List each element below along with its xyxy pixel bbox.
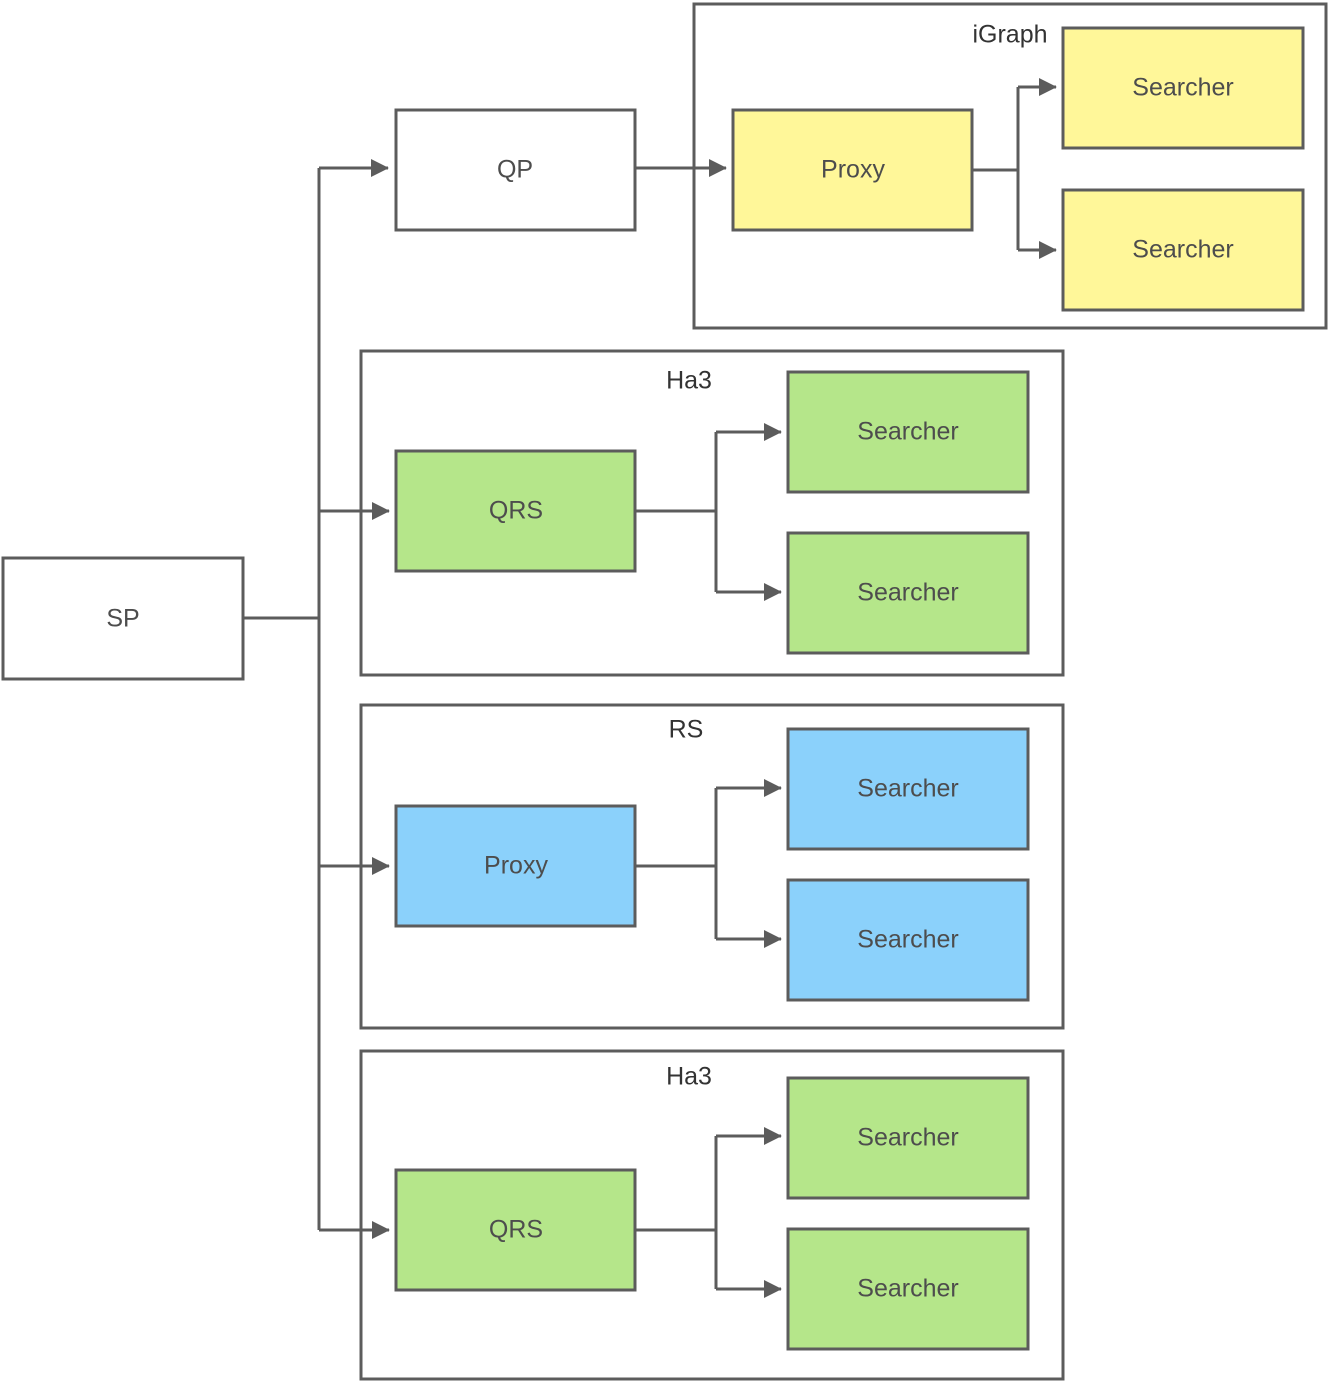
node-rs-searcher-1-label: Searcher (857, 775, 958, 803)
node-ha3-bottom-searcher-2[interactable]: Searcher (786, 1227, 1030, 1351)
node-igraph-searcher-1-label: Searcher (1132, 74, 1233, 102)
node-rs-proxy-label: Proxy (484, 852, 548, 880)
node-igraph-searcher-1[interactable]: Searcher (1061, 26, 1305, 150)
node-qp-label: QP (497, 156, 533, 184)
node-sp-label: SP (106, 605, 139, 633)
node-sp[interactable]: SP (1, 556, 245, 681)
node-qp[interactable]: QP (394, 108, 637, 232)
node-rs-proxy[interactable]: Proxy (394, 804, 637, 928)
node-ha3-top-qrs[interactable]: QRS (394, 449, 637, 573)
diagram-canvas: SP QP iGraph Proxy Searcher Searcher Ha3… (1, 2, 1328, 1381)
node-igraph-searcher-2-label: Searcher (1132, 236, 1233, 264)
node-ha3-top-qrs-label: QRS (489, 497, 543, 525)
architecture-diagram: SP QP iGraph Proxy Searcher Searcher Ha3… (0, 0, 1335, 1381)
group-label-ha3-bottom: Ha3 (666, 1063, 712, 1091)
node-ha3-top-searcher-2-label: Searcher (857, 579, 958, 607)
node-ha3-bottom-qrs[interactable]: QRS (394, 1168, 637, 1292)
node-rs-searcher-2[interactable]: Searcher (786, 878, 1030, 1002)
node-rs-searcher-1[interactable]: Searcher (786, 727, 1030, 851)
node-ha3-bottom-qrs-label: QRS (489, 1216, 543, 1244)
node-ha3-top-searcher-2[interactable]: Searcher (786, 531, 1030, 655)
node-ha3-top-searcher-1[interactable]: Searcher (786, 370, 1030, 494)
node-igraph-proxy-label: Proxy (821, 156, 885, 184)
node-ha3-top-searcher-1-label: Searcher (857, 418, 958, 446)
group-label-rs: RS (669, 716, 704, 744)
node-rs-searcher-2-label: Searcher (857, 926, 958, 954)
node-ha3-bottom-searcher-2-label: Searcher (857, 1275, 958, 1303)
node-ha3-bottom-searcher-1-label: Searcher (857, 1124, 958, 1152)
node-ha3-bottom-searcher-1[interactable]: Searcher (786, 1076, 1030, 1200)
node-igraph-searcher-2[interactable]: Searcher (1061, 188, 1305, 312)
group-label-ha3-top: Ha3 (666, 367, 712, 395)
group-label-igraph: iGraph (972, 21, 1047, 49)
node-igraph-proxy[interactable]: Proxy (731, 108, 974, 232)
